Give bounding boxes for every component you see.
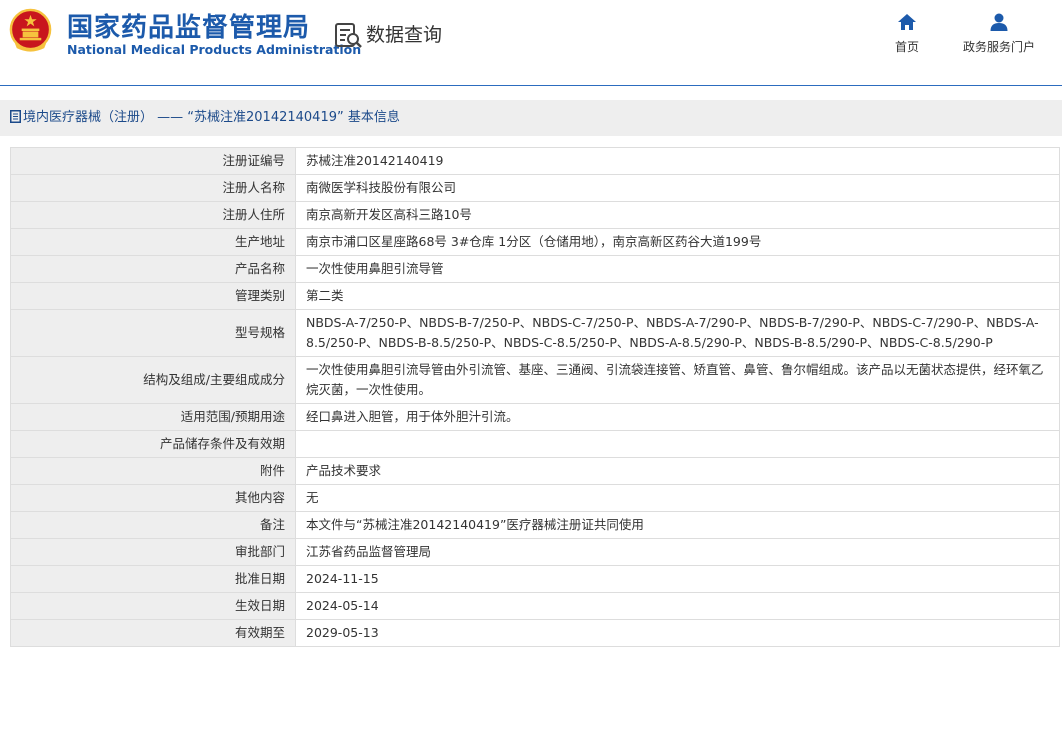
table-row: 生效日期 2024-05-14 <box>10 592 1060 620</box>
field-label: 管理类别 <box>10 282 296 310</box>
field-label: 批准日期 <box>10 565 296 593</box>
site-logo-subtitle: National Medical Products Administration <box>67 42 362 57</box>
table-row: 注册人住所 南京高新开发区高科三路10号 <box>10 201 1060 229</box>
site-logo-title[interactable]: 国家药品监督管理局 <box>67 7 310 44</box>
nav-portal-label: 政务服务门户 <box>962 40 1035 54</box>
field-value: 南京市浦口区星座路68号 3#仓库 1分区（仓储用地），南京高新区药谷大道199… <box>295 228 1060 256</box>
field-value: 南微医学科技股份有限公司 <box>295 174 1060 202</box>
field-label: 审批部门 <box>10 538 296 566</box>
field-label: 型号规格 <box>10 309 296 357</box>
field-label: 产品名称 <box>10 255 296 283</box>
table-row: 注册人名称 南微医学科技股份有限公司 <box>10 174 1060 202</box>
user-icon <box>990 13 1008 31</box>
field-label: 注册人住所 <box>10 201 296 229</box>
table-row: 有效期至 2029-05-13 <box>10 619 1060 647</box>
field-value: 本文件与“苏械注准20142140419”医疗器械注册证共同使用 <box>295 511 1060 539</box>
field-value: 第二类 <box>295 282 1060 310</box>
page-title-bar: 境内医疗器械（注册） —— “苏械注准20142140419” 基本信息 <box>0 100 1062 136</box>
table-row: 适用范围/预期用途 经口鼻进入胆管，用于体外胆汁引流。 <box>10 403 1060 431</box>
field-value: 产品技术要求 <box>295 457 1060 485</box>
table-row: 管理类别 第二类 <box>10 282 1060 310</box>
nav-home-label: 首页 <box>894 40 919 54</box>
table-row: 产品储存条件及有效期 <box>10 430 1060 458</box>
field-label: 附件 <box>10 457 296 485</box>
field-label: 注册证编号 <box>10 147 296 175</box>
table-row: 注册证编号 苏械注准20142140419 <box>10 147 1060 175</box>
field-value: 南京高新开发区高科三路10号 <box>295 201 1060 229</box>
table-row: 批准日期 2024-11-15 <box>10 565 1060 593</box>
table-row: 产品名称 一次性使用鼻胆引流导管 <box>10 255 1060 283</box>
table-row: 备注 本文件与“苏械注准20142140419”医疗器械注册证共同使用 <box>10 511 1060 539</box>
table-row: 审批部门 江苏省药品监督管理局 <box>10 538 1060 566</box>
field-value: 一次性使用鼻胆引流导管由外引流管、基座、三通阀、引流袋连接管、矫直管、鼻管、鲁尔… <box>295 356 1060 404</box>
field-label: 有效期至 <box>10 619 296 647</box>
registration-info-table: 注册证编号 苏械注准20142140419 注册人名称 南微医学科技股份有限公司 注… <box>10 147 1060 647</box>
field-value: 2024-11-15 <box>295 565 1060 593</box>
table-row: 型号规格 NBDS-A-7/250-P、NBDS-B-7/250-P、NBDS-C… <box>10 309 1060 357</box>
site-header: 国家药品监督管理局 National Medical Products Admi… <box>0 0 1062 86</box>
field-label: 其他内容 <box>10 484 296 512</box>
field-value: 苏械注准20142140419 <box>295 147 1060 175</box>
field-value <box>295 430 1060 458</box>
nav-portal-link[interactable]: 政务服务门户 <box>955 12 1043 55</box>
table-row: 其他内容无 <box>10 484 1060 512</box>
field-label: 生产地址 <box>10 228 296 256</box>
field-value: 一次性使用鼻胆引流导管 <box>295 255 1060 283</box>
field-label: 适用范围/预期用途 <box>10 403 296 431</box>
field-label: 生效日期 <box>10 592 296 620</box>
field-label: 注册人名称 <box>10 174 296 202</box>
field-value: NBDS-A-7/250-P、NBDS-B-7/250-P、NBDS-C-7/2… <box>295 309 1060 357</box>
field-value: 经口鼻进入胆管，用于体外胆汁引流。 <box>295 403 1060 431</box>
field-value: 江苏省药品监督管理局 <box>295 538 1060 566</box>
table-row: 生产地址 南京市浦口区星座路68号 3#仓库 1分区（仓储用地），南京高新区药谷大… <box>10 228 1060 256</box>
nav-home-link[interactable]: 首页 <box>887 12 927 55</box>
field-value: 2029-05-13 <box>295 619 1060 647</box>
table-row: 附件 产品技术要求 <box>10 457 1060 485</box>
field-label: 产品储存条件及有效期 <box>10 430 296 458</box>
national-emblem-icon <box>9 8 52 52</box>
field-label: 备注 <box>10 511 296 539</box>
data-search-icon <box>335 23 362 48</box>
document-icon <box>10 110 21 123</box>
field-value: 2024-05-14 <box>295 592 1060 620</box>
section-title: 数据查询 <box>366 24 443 46</box>
home-icon <box>898 14 916 30</box>
field-label: 结构及组成/主要组成成分 <box>10 356 296 404</box>
table-row: 结构及组成/主要组成成分 一次性使用鼻胆引流导管由外引流管、基座、三通阀、引流袋连… <box>10 356 1060 404</box>
page-title: 境内医疗器械（注册） —— “苏械注准20142140419” 基本信息 <box>23 110 400 125</box>
field-value: 无 <box>295 484 1060 512</box>
